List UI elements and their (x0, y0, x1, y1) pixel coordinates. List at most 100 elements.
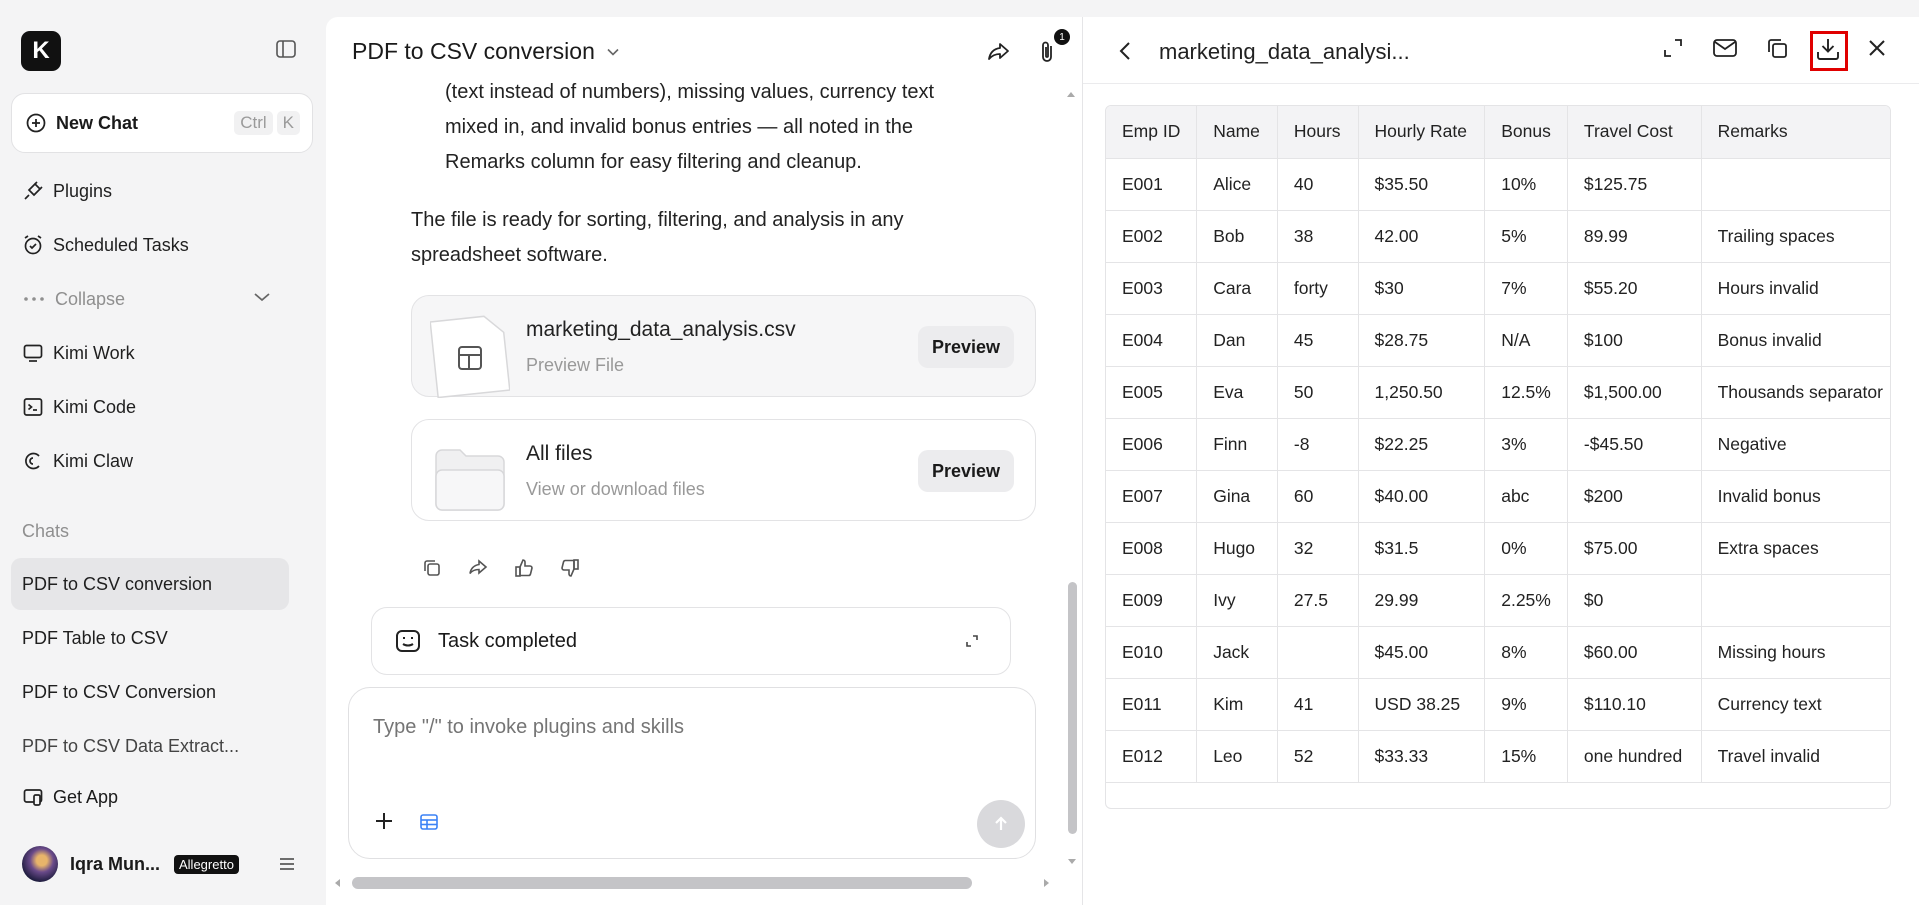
scroll-down-arrow[interactable] (1065, 855, 1079, 869)
sidebar-item-collapse[interactable]: Collapse (22, 288, 125, 310)
table-cell: $30 (1358, 262, 1486, 315)
share-icon[interactable] (467, 557, 489, 579)
column-header: Bonus (1484, 106, 1568, 159)
column-header: Remarks (1701, 106, 1890, 159)
table-cell: Hours invalid (1701, 262, 1890, 315)
message-actions (421, 557, 581, 579)
table-cell: $45.00 (1358, 626, 1486, 679)
table-cell: $28.75 (1358, 314, 1486, 367)
copy-icon[interactable] (421, 557, 443, 579)
table-cell: 10% (1484, 158, 1568, 211)
copy-icon[interactable] (1765, 36, 1789, 60)
attachment-icon[interactable] (1036, 39, 1058, 65)
kimi-logo[interactable]: K (21, 31, 61, 71)
table-row: E004 Dan 45 $28.75 N/A $100 Bonus invalid (1106, 314, 1890, 367)
preview-button[interactable]: Preview (918, 450, 1014, 492)
sidebar-item-scheduled-tasks[interactable]: Scheduled Tasks (22, 234, 189, 256)
csv-table-container: Emp ID Name Hours Hourly Rate Bonus Trav… (1105, 105, 1891, 809)
preview-button[interactable]: Preview (918, 326, 1014, 368)
scrollbar-thumb[interactable] (1068, 582, 1077, 834)
user-name: Iqra Mun... (70, 853, 160, 874)
table-cell: 32 (1277, 522, 1359, 575)
get-app-label: Get App (53, 786, 119, 807)
table-cell: 42.00 (1358, 210, 1486, 263)
table-cell: abc (1484, 470, 1568, 523)
message-composer (348, 687, 1036, 859)
table-cell: $1,500.00 (1567, 366, 1702, 419)
avatar (22, 846, 58, 882)
table-cell: $33.33 (1358, 730, 1486, 783)
table-cell: Alice (1196, 158, 1278, 211)
table-cell: $200 (1567, 470, 1702, 523)
expand-icon[interactable] (1661, 36, 1685, 60)
table-cell: 1,250.50 (1358, 366, 1486, 419)
table-cell: one hundred (1567, 730, 1702, 783)
scroll-right-arrow[interactable] (1040, 876, 1054, 890)
sidebar-toggle-icon[interactable] (275, 38, 297, 60)
thumbs-down-icon[interactable] (559, 557, 581, 579)
chat-history-item[interactable]: PDF Table to CSV (11, 612, 289, 664)
table-cell: 89.99 (1567, 210, 1702, 263)
table-cell: 40 (1277, 158, 1359, 211)
table-cell: 50 (1277, 366, 1359, 419)
table-row: E002 Bob 38 42.00 5% 89.99 Trailing spaces (1106, 210, 1890, 263)
menu-icon[interactable] (278, 856, 296, 872)
user-profile[interactable]: Iqra Mun... Allegretto (22, 846, 239, 882)
new-chat-shortcut: Ctrl K (234, 111, 300, 135)
file-name: All files (526, 442, 593, 465)
chevron-down-icon[interactable] (252, 290, 272, 304)
table-cell: 60 (1277, 470, 1359, 523)
message-input[interactable] (373, 716, 973, 739)
table-cell: 29.99 (1358, 574, 1486, 627)
table-cell: Bonus invalid (1701, 314, 1890, 367)
table-cell: Missing hours (1701, 626, 1890, 679)
table-row: E001 Alice 40 $35.50 10% $125.75 (1106, 158, 1890, 211)
download-highlight-box (1810, 31, 1848, 71)
sidebar-item-kimi-work[interactable]: Kimi Work (22, 342, 135, 364)
table-cell: $60.00 (1567, 626, 1702, 679)
thumbs-up-icon[interactable] (513, 557, 535, 579)
chat-panel: PDF to CSV conversion 1 (text instead of… (326, 17, 1082, 905)
shortcut-ctrl: Ctrl (234, 111, 273, 135)
chat-title-dropdown[interactable]: PDF to CSV conversion (352, 38, 621, 65)
file-card-all-files[interactable]: All files View or download files Preview (411, 419, 1036, 521)
column-header: Hours (1277, 106, 1359, 159)
sidebar-item-label: Scheduled Tasks (53, 234, 189, 255)
chat-history-item[interactable]: PDF to CSV conversion (11, 558, 289, 610)
send-button[interactable] (977, 800, 1025, 848)
back-arrow-icon[interactable] (1115, 39, 1137, 63)
table-cell: $40.00 (1358, 470, 1486, 523)
sidebar-item-label: Plugins (53, 180, 113, 201)
file-preview-panel: marketing_data_analysi... Emp ID Name Ho… (1082, 17, 1919, 905)
sidebar-item-plugins[interactable]: Plugins (22, 180, 112, 202)
table-cell: E008 (1106, 522, 1198, 575)
new-chat-button[interactable]: New Chat Ctrl K (11, 93, 313, 153)
dots-icon (22, 288, 46, 310)
get-app-button[interactable]: Get App (22, 786, 118, 808)
file-subtitle: View or download files (526, 479, 705, 499)
table-cell: E011 (1106, 678, 1198, 731)
share-icon[interactable] (986, 39, 1012, 65)
mail-icon[interactable] (1712, 36, 1738, 60)
horizontal-scrollbar-thumb[interactable] (352, 877, 972, 889)
sidebar-item-kimi-code[interactable]: Kimi Code (22, 396, 136, 418)
table-cell: Leo (1196, 730, 1278, 783)
chat-history-item[interactable]: PDF to CSV Data Extract... (11, 720, 289, 772)
plus-icon[interactable] (373, 810, 395, 832)
table-icon[interactable] (419, 812, 439, 832)
terminal-icon (22, 396, 44, 418)
expand-icon[interactable] (964, 633, 980, 649)
table-cell: E003 (1106, 262, 1198, 315)
chat-history-item[interactable]: PDF to CSV Conversion (11, 666, 289, 718)
scroll-left-arrow[interactable] (330, 876, 344, 890)
table-cell: $55.20 (1567, 262, 1702, 315)
task-status-card[interactable]: Task completed (371, 607, 1011, 675)
table-cell: N/A (1484, 314, 1568, 367)
file-card-csv[interactable]: marketing_data_analysis.csv Preview File… (411, 295, 1036, 398)
robot-icon (394, 627, 422, 655)
close-icon[interactable] (1865, 36, 1889, 60)
table-cell: E005 (1106, 366, 1198, 419)
sidebar-item-kimi-claw[interactable]: Kimi Claw (22, 450, 133, 472)
new-chat-label: New Chat (56, 112, 139, 133)
message-line: The file is ready for sorting, filtering… (411, 209, 904, 231)
